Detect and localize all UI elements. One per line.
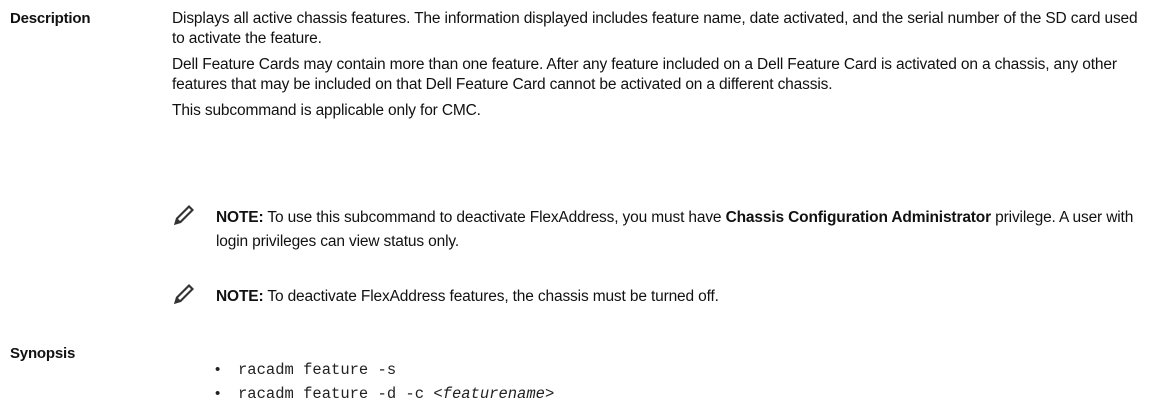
- pencil-note-icon: [172, 283, 196, 305]
- command-list-item: • racadm feature -d -c <featurename>: [215, 383, 554, 407]
- note-callout-power: NOTE: To deactivate FlexAddress features…: [172, 283, 1152, 309]
- bullet: •: [215, 385, 221, 402]
- description-paragraph-2: Dell Feature Cards may contain more than…: [172, 56, 1117, 93]
- description-paragraph-1: Displays all active chassis features. Th…: [172, 10, 1138, 47]
- synopsis-label: Synopsis: [10, 345, 76, 362]
- command-text: racadm feature -s: [238, 361, 397, 379]
- pencil-note-icon: [172, 204, 196, 226]
- bullet: •: [215, 361, 221, 378]
- privilege-name: Chassis Configuration Administrator: [725, 209, 992, 226]
- synopsis-command-list: • racadm feature -s • racadm feature -d …: [215, 359, 554, 407]
- note-text-power: NOTE: To deactivate FlexAddress features…: [216, 285, 1152, 309]
- command-list-item: • racadm feature -s: [215, 359, 554, 383]
- note-callout-privilege: NOTE: To use this subcommand to deactiva…: [172, 204, 1152, 254]
- command-suffix: >: [544, 385, 555, 403]
- command-placeholder: featurename: [442, 385, 545, 403]
- description-paragraph-3: This subcommand is applicable only for C…: [172, 102, 481, 119]
- command-text: racadm feature -d -c <: [238, 385, 443, 403]
- note-prefix: NOTE:: [216, 209, 264, 226]
- note-prefix: NOTE:: [216, 288, 264, 305]
- note-text-before: To use this subcommand to deactivate Fle…: [263, 209, 726, 226]
- note-text-body: To deactivate FlexAddress features, the …: [263, 288, 719, 305]
- description-label: Description: [10, 10, 91, 27]
- note-text-privilege: NOTE: To use this subcommand to deactiva…: [216, 206, 1152, 254]
- description-body: Displays all active chassis features. Th…: [172, 9, 1147, 127]
